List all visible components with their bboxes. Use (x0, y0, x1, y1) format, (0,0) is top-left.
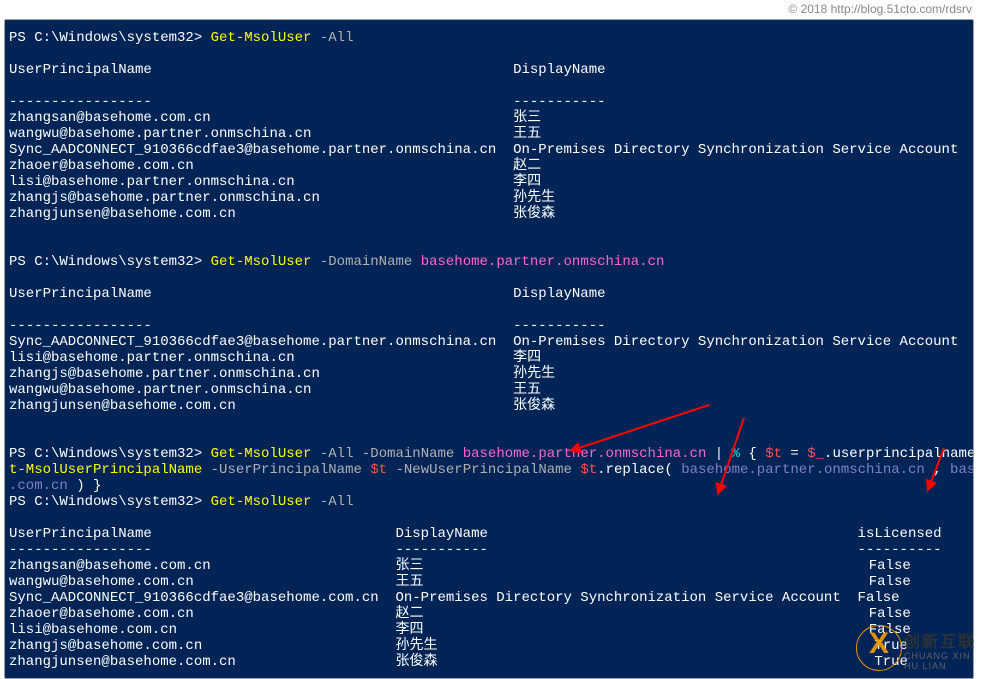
logo-en-text: CHUANG XIN HU LIAN (904, 651, 980, 671)
logo-cn-text: 创新互联 (904, 628, 976, 652)
terminal-output: PS C:\Windows\system32> Get-MsolUser -Al… (9, 30, 973, 670)
watermark-text: © 2018 http://blog.51cto.com/rdsrv (788, 2, 972, 16)
brand-logo: X 创新互联 CHUANG XIN HU LIAN (858, 625, 980, 671)
powershell-console[interactable]: PS C:\Windows\system32> Get-MsolUser -Al… (4, 19, 974, 679)
logo-x-icon: X (869, 627, 889, 661)
screenshot-root: © 2018 http://blog.51cto.com/rdsrv PS C:… (0, 0, 986, 679)
